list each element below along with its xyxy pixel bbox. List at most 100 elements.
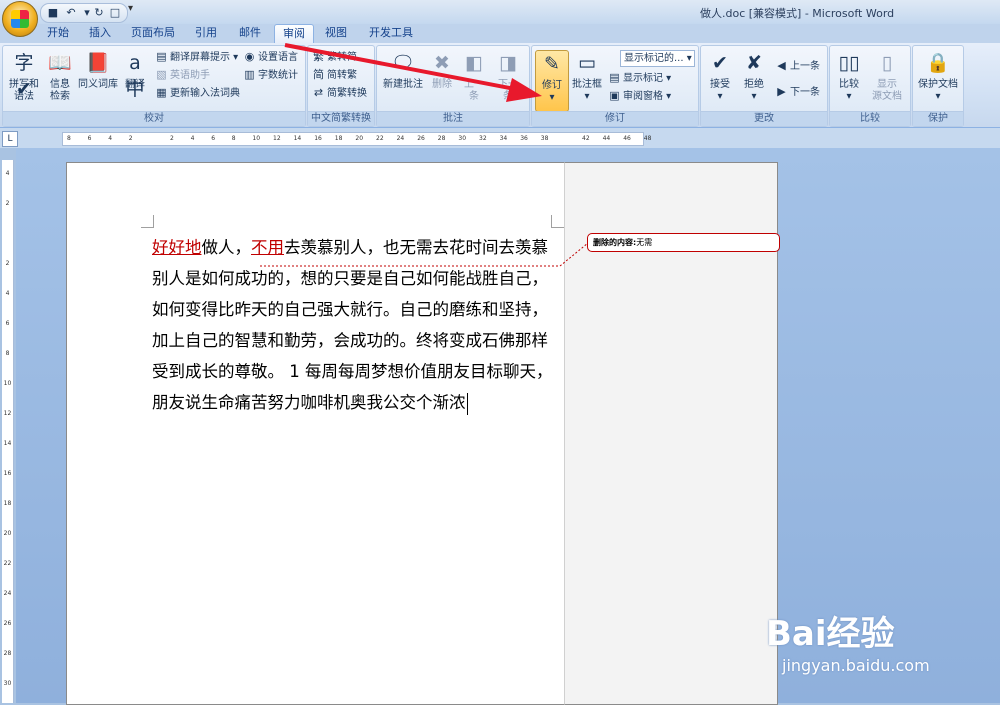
tab-references[interactable]: 引用 bbox=[188, 24, 224, 42]
accept-button[interactable]: ✔ 接受 ▾ bbox=[703, 50, 737, 108]
lock-icon: 🔒 bbox=[926, 52, 950, 74]
undo-icon[interactable]: ↶ bbox=[65, 7, 77, 19]
spelling-grammar-button[interactable]: 字✔ 拼写和 语法 bbox=[5, 50, 43, 108]
quick-access-toolbar: ■ ↶ ▾ ↻ □ bbox=[40, 3, 128, 23]
text-cursor bbox=[466, 392, 468, 415]
ruler-tick-label: 4 bbox=[5, 170, 10, 177]
ruler-tick-label: 28 bbox=[3, 650, 12, 657]
ruler-tick-label: 42 bbox=[582, 135, 590, 142]
tab-mailings[interactable]: 邮件 bbox=[232, 24, 268, 42]
annotation-arrow bbox=[284, 43, 542, 102]
window-title: 做人.doc [兼容模式] - Microsoft Word bbox=[700, 7, 895, 20]
ruler-tick-label: 6 bbox=[5, 320, 10, 327]
inserted-text[interactable]: 好好地 bbox=[152, 238, 202, 257]
display-for-review-select[interactable]: 显示标记的... ▾ bbox=[620, 50, 695, 67]
ruler-tick-label: 14 bbox=[3, 440, 12, 447]
ruler-tick-label: 12 bbox=[273, 135, 281, 142]
group-label-changes: 更改 bbox=[701, 111, 827, 126]
accept-icon: ✔ bbox=[712, 52, 728, 74]
next-change-icon: ▶ bbox=[777, 85, 786, 98]
ruler-row: L 8 6 4 2 2 4 6 8 10 12 14 16 18 20 22 24 26 28 30 32 34 36 38… bbox=[0, 128, 1000, 148]
watermark-brand: Bai经验 bbox=[766, 614, 895, 654]
watermark: Bai经验 jingyan.baidu.com bbox=[760, 596, 1000, 696]
group-label-chinese-conversion: 中文简繁转换 bbox=[308, 111, 374, 126]
show-source-icon: ▯ bbox=[881, 52, 893, 74]
tab-page-layout[interactable]: 页面布局 bbox=[124, 24, 182, 42]
margin-corner-mark bbox=[551, 215, 564, 228]
body-text: 做人， bbox=[201, 238, 252, 257]
reviewing-pane-icon: ▣ bbox=[609, 89, 620, 102]
horizontal-ruler[interactable]: 8 6 4 2 2 4 6 8 10 12 14 16 18 20 22 24 26 28 30 32 34 36 38 42… bbox=[62, 132, 651, 146]
compare-icon: ▯▯ bbox=[838, 52, 860, 74]
ruler-tick-label: 8 bbox=[231, 135, 236, 142]
ruler-tick-label: 2 bbox=[5, 200, 10, 207]
ruler-tick-label: 10 bbox=[252, 135, 261, 142]
tab-selector[interactable]: L bbox=[2, 131, 18, 147]
group-changes: ✔ 接受 ▾ ✘ 拒绝 ▾ ◀ 上一条 ▶ 下一条 更改 bbox=[700, 45, 828, 127]
screentip-icon: ▤ bbox=[156, 50, 167, 63]
group-label-tracking: 修订 bbox=[532, 111, 698, 126]
ruler-tick-label: 30 bbox=[3, 680, 12, 687]
compare-button[interactable]: ▯▯ 比较 ▾ bbox=[832, 50, 866, 108]
new-doc-icon[interactable]: □ bbox=[109, 7, 121, 19]
margin-corner-mark bbox=[141, 215, 154, 228]
customize-qat-icon[interactable]: ▾ bbox=[128, 3, 133, 14]
translation-screentip-button[interactable]: ▤ 翻译屏幕提示 ▾ bbox=[155, 49, 238, 65]
update-ime-dictionary-button[interactable]: ▦ 更新输入法词典 bbox=[155, 85, 240, 101]
ruler-tick-label: 6 bbox=[211, 135, 216, 142]
ruler-tick-label: 22 bbox=[376, 135, 384, 142]
balloons-icon: ▭ bbox=[578, 52, 596, 74]
ruler-tick-label: 8 bbox=[67, 135, 71, 142]
ruler-tick-label: 22 bbox=[3, 560, 12, 567]
ruler-tick-label: 18 bbox=[334, 135, 343, 142]
tab-insert[interactable]: 插入 bbox=[82, 24, 118, 42]
redo-icon[interactable]: ↻ bbox=[93, 7, 105, 19]
ruler-tick-label: 20 bbox=[3, 530, 12, 537]
undo-dropdown-icon[interactable]: ▾ bbox=[81, 7, 93, 19]
english-assistant-button[interactable]: ▧ 英语助手 bbox=[155, 67, 210, 83]
ruler-tick-label: 6 bbox=[87, 135, 92, 142]
next-change-button[interactable]: ▶ 下一条 bbox=[775, 84, 820, 100]
ruler-tick-label: 36 bbox=[520, 135, 528, 142]
globe-icon: ◉ bbox=[244, 50, 255, 63]
ruler-tick-label: 46 bbox=[623, 135, 631, 142]
office-button[interactable] bbox=[2, 1, 38, 37]
show-markup-button[interactable]: ▤ 显示标记 ▾ bbox=[608, 70, 671, 86]
ruler-tick-label: 38 bbox=[540, 135, 549, 142]
balloon-connector bbox=[260, 242, 589, 267]
show-source-documents-button[interactable]: ▯ 显示 源文档 bbox=[866, 50, 908, 108]
reviewing-pane-button[interactable]: ▣ 审阅窗格 ▾ bbox=[608, 88, 671, 104]
ruler-tick-label: 12 bbox=[3, 410, 12, 417]
tab-home[interactable]: 开始 bbox=[38, 24, 78, 42]
ruler-tick-label: 24 bbox=[396, 135, 405, 142]
ruler-tick-label: 4 bbox=[5, 290, 10, 297]
ruler-tick-label: 4 bbox=[190, 135, 195, 142]
reject-button[interactable]: ✘ 拒绝 ▾ bbox=[737, 50, 771, 108]
ruler-tick-label: 32 bbox=[479, 135, 487, 142]
ruler-tick-label: 2 bbox=[5, 260, 10, 267]
thesaurus-button[interactable]: 📕 同义词库 bbox=[75, 50, 121, 108]
group-protect: 🔒 保护文档 ▾ 保护 bbox=[912, 45, 964, 127]
group-compare: ▯▯ 比较 ▾ ▯ 显示 源文档 比较 bbox=[829, 45, 911, 127]
translate-button[interactable]: a中 翻译 bbox=[119, 50, 151, 108]
group-label-proofing: 校对 bbox=[3, 111, 305, 126]
ruler-tick-label: 20 bbox=[355, 135, 364, 142]
deletion-balloon[interactable]: 删除的内容:无需 bbox=[587, 233, 780, 252]
save-icon[interactable]: ■ bbox=[47, 7, 59, 19]
english-assistant-icon: ▧ bbox=[156, 68, 167, 81]
vertical-ruler[interactable]: 4 2 2 4 6 8 10 12 14 16 18 20 22 24 26 28 30 bbox=[2, 160, 14, 703]
research-icon: 📖 bbox=[48, 52, 72, 74]
reject-icon: ✘ bbox=[746, 52, 762, 74]
watermark-url: jingyan.baidu.com bbox=[782, 656, 930, 675]
ruler-tick-label: 18 bbox=[3, 500, 12, 507]
word-count-icon: ▥ bbox=[244, 68, 255, 81]
show-markup-icon: ▤ bbox=[609, 71, 620, 84]
previous-change-button[interactable]: ◀ 上一条 bbox=[775, 58, 820, 74]
ruler-tick-label: 30 bbox=[458, 135, 467, 142]
ruler-tick-label: 2 bbox=[128, 135, 133, 142]
group-label-comments: 批注 bbox=[377, 111, 529, 126]
ruler-tick-label: 44 bbox=[602, 135, 611, 142]
balloons-button[interactable]: ▭ 批注框 ▾ bbox=[570, 50, 604, 108]
protect-document-button[interactable]: 🔒 保护文档 ▾ bbox=[916, 50, 960, 108]
research-button[interactable]: 📖 信息 检索 bbox=[41, 50, 79, 108]
